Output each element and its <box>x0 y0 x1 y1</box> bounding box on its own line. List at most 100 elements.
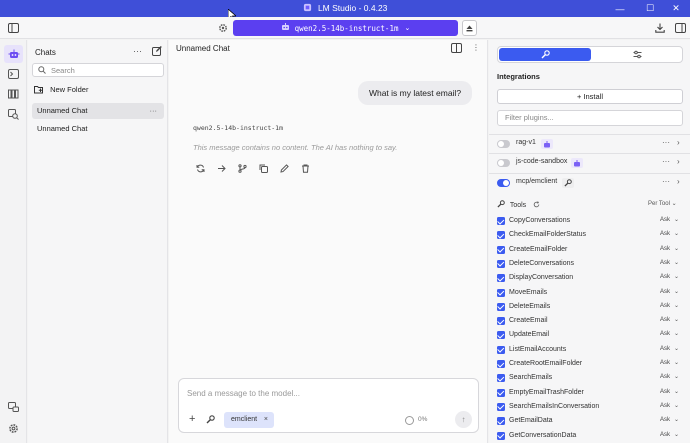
chat-item-more-button[interactable]: ··· <box>150 103 158 119</box>
tool-permission-select[interactable]: Ask <box>660 274 670 280</box>
chat-list-item[interactable]: Unnamed Chat ··· <box>32 103 164 119</box>
eject-model-button[interactable] <box>462 20 477 36</box>
tools-wrench-icon[interactable] <box>206 415 215 426</box>
tool-permission-select[interactable]: Ask <box>660 303 670 309</box>
discover-search-icon[interactable] <box>4 105 23 123</box>
plugin-more-button[interactable]: ··· <box>662 157 670 166</box>
tool-row[interactable]: CreateRootEmailFolder Ask ⌄ <box>497 358 687 372</box>
tool-permission-select[interactable]: Ask <box>660 374 670 380</box>
tool-row[interactable]: CreateEmailFolder Ask ⌄ <box>497 244 687 258</box>
chat-nav-icon[interactable] <box>4 45 23 63</box>
tool-row[interactable]: GetConversationData Ask ⌄ <box>497 430 687 443</box>
plugin-toggle[interactable] <box>497 179 510 187</box>
emclient-tool-chip[interactable]: emclient × <box>224 412 274 428</box>
tool-permission-select[interactable]: Ask <box>660 417 670 423</box>
tab-integrations[interactable] <box>499 48 591 61</box>
tool-permission-select[interactable]: Ask <box>660 289 670 295</box>
branch-icon[interactable] <box>235 162 249 174</box>
tool-row[interactable]: MoveEmails Ask ⌄ <box>497 287 687 301</box>
tool-row[interactable]: GetEmailData Ask ⌄ <box>497 415 687 429</box>
settings-gear-icon[interactable] <box>4 419 23 437</box>
tool-checkbox[interactable] <box>497 259 505 268</box>
tool-row[interactable]: SearchEmails Ask ⌄ <box>497 372 687 386</box>
tool-row[interactable]: EmptyEmailTrashFolder Ask ⌄ <box>497 387 687 401</box>
plugin-toggle[interactable] <box>497 159 510 167</box>
tool-row[interactable]: DisplayConversation Ask ⌄ <box>497 272 687 286</box>
minimize-button[interactable]: — <box>606 0 634 17</box>
tab-model-settings[interactable] <box>592 48 682 61</box>
tool-checkbox[interactable] <box>497 417 505 426</box>
composer-input[interactable]: Send a message to the model... <box>187 389 300 398</box>
tool-checkbox[interactable] <box>497 360 505 368</box>
tool-row[interactable]: SearchEmailsInConversation Ask ⌄ <box>497 401 687 415</box>
plugin-more-button[interactable]: ··· <box>662 177 670 186</box>
plugin-row-mcp-emclient[interactable]: mcp/emclient ··· › <box>489 173 690 192</box>
new-chat-icon[interactable] <box>152 46 162 58</box>
plugin-toggle[interactable] <box>497 140 510 148</box>
download-icon[interactable] <box>653 21 667 35</box>
tool-permission-select[interactable]: Ask <box>660 389 670 395</box>
delete-trash-icon[interactable] <box>298 162 312 174</box>
chevron-right-icon[interactable]: › <box>677 138 680 147</box>
install-plugin-button[interactable]: + Install <box>497 89 683 104</box>
tool-permission-select[interactable]: Ask <box>660 432 670 438</box>
tool-row[interactable]: CreateEmail Ask ⌄ <box>497 315 687 329</box>
chevron-right-icon[interactable]: › <box>677 157 680 166</box>
tool-permission-select[interactable]: Ask <box>660 246 670 252</box>
permission-mode-dropdown[interactable]: Per Tool ⌄ <box>648 200 677 207</box>
tool-row[interactable]: DeleteConversations Ask ⌄ <box>497 258 687 272</box>
filter-plugins-input[interactable]: Filter plugins... <box>497 110 683 126</box>
tool-checkbox[interactable] <box>497 302 505 311</box>
tool-checkbox[interactable] <box>497 374 505 383</box>
new-folder-button[interactable]: New Folder <box>34 85 88 96</box>
tool-row[interactable]: UpdateEmail Ask ⌄ <box>497 329 687 343</box>
close-window-button[interactable]: ✕ <box>662 0 690 17</box>
tool-checkbox[interactable] <box>497 402 505 411</box>
developer-terminal-icon[interactable] <box>4 65 23 83</box>
copy-icon[interactable] <box>256 162 270 174</box>
tool-checkbox[interactable] <box>497 317 505 326</box>
model-select-dropdown[interactable]: qwen2.5-14b-instruct-1m ⌄ <box>233 20 458 36</box>
plugin-row-rag-v1[interactable]: rag-v1 ··· › <box>489 134 690 153</box>
tool-permission-select[interactable]: Ask <box>660 346 670 352</box>
toggle-right-panel-icon[interactable] <box>673 21 687 35</box>
tool-checkbox[interactable] <box>497 245 505 254</box>
chats-search-input[interactable]: Search <box>32 63 164 77</box>
tool-checkbox[interactable] <box>497 345 505 354</box>
tool-permission-select[interactable]: Ask <box>660 331 670 337</box>
tool-checkbox[interactable] <box>497 288 505 297</box>
attach-plus-icon[interactable]: + <box>189 413 195 425</box>
tool-permission-select[interactable]: Ask <box>660 317 670 323</box>
edit-pencil-icon[interactable] <box>277 162 291 174</box>
tool-row[interactable]: CopyConversations Ask ⌄ <box>497 215 687 229</box>
tool-permission-select[interactable]: Ask <box>660 231 670 237</box>
continue-arrow-icon[interactable] <box>214 162 228 174</box>
chats-more-button[interactable]: ··· <box>133 46 142 56</box>
tool-permission-select[interactable]: Ask <box>660 217 670 223</box>
chip-remove-button[interactable]: × <box>264 412 268 428</box>
runtime-hardware-icon[interactable] <box>4 398 23 416</box>
refresh-tools-icon[interactable] <box>533 201 540 209</box>
tool-row[interactable]: ListEmailAccounts Ask ⌄ <box>497 344 687 358</box>
send-button[interactable]: ↑ <box>455 411 472 428</box>
tool-checkbox[interactable] <box>497 274 505 283</box>
tool-checkbox[interactable] <box>497 388 505 397</box>
tool-checkbox[interactable] <box>497 431 505 440</box>
tool-permission-select[interactable]: Ask <box>660 360 670 366</box>
tool-row[interactable]: CheckEmailFolderStatus Ask ⌄ <box>497 229 687 243</box>
split-view-icon[interactable] <box>451 43 462 55</box>
chevron-right-icon[interactable]: › <box>677 177 680 186</box>
plugin-more-button[interactable]: ··· <box>662 138 670 147</box>
maximize-button[interactable]: ☐ <box>636 0 664 17</box>
tool-row[interactable]: DeleteEmails Ask ⌄ <box>497 301 687 315</box>
plugin-row-js-code-sandbox[interactable]: js-code-sandbox ··· › <box>489 153 690 172</box>
models-library-icon[interactable] <box>4 85 23 103</box>
tool-checkbox[interactable] <box>497 331 505 340</box>
tool-checkbox[interactable] <box>497 231 505 240</box>
tool-checkbox[interactable] <box>497 217 505 225</box>
tool-permission-select[interactable]: Ask <box>660 403 670 409</box>
message-composer[interactable]: Send a message to the model... + emclien… <box>178 378 479 433</box>
regenerate-icon[interactable] <box>193 162 207 174</box>
chat-list-item[interactable]: Unnamed Chat <box>32 121 164 137</box>
toggle-sidebar-icon[interactable] <box>6 21 20 35</box>
